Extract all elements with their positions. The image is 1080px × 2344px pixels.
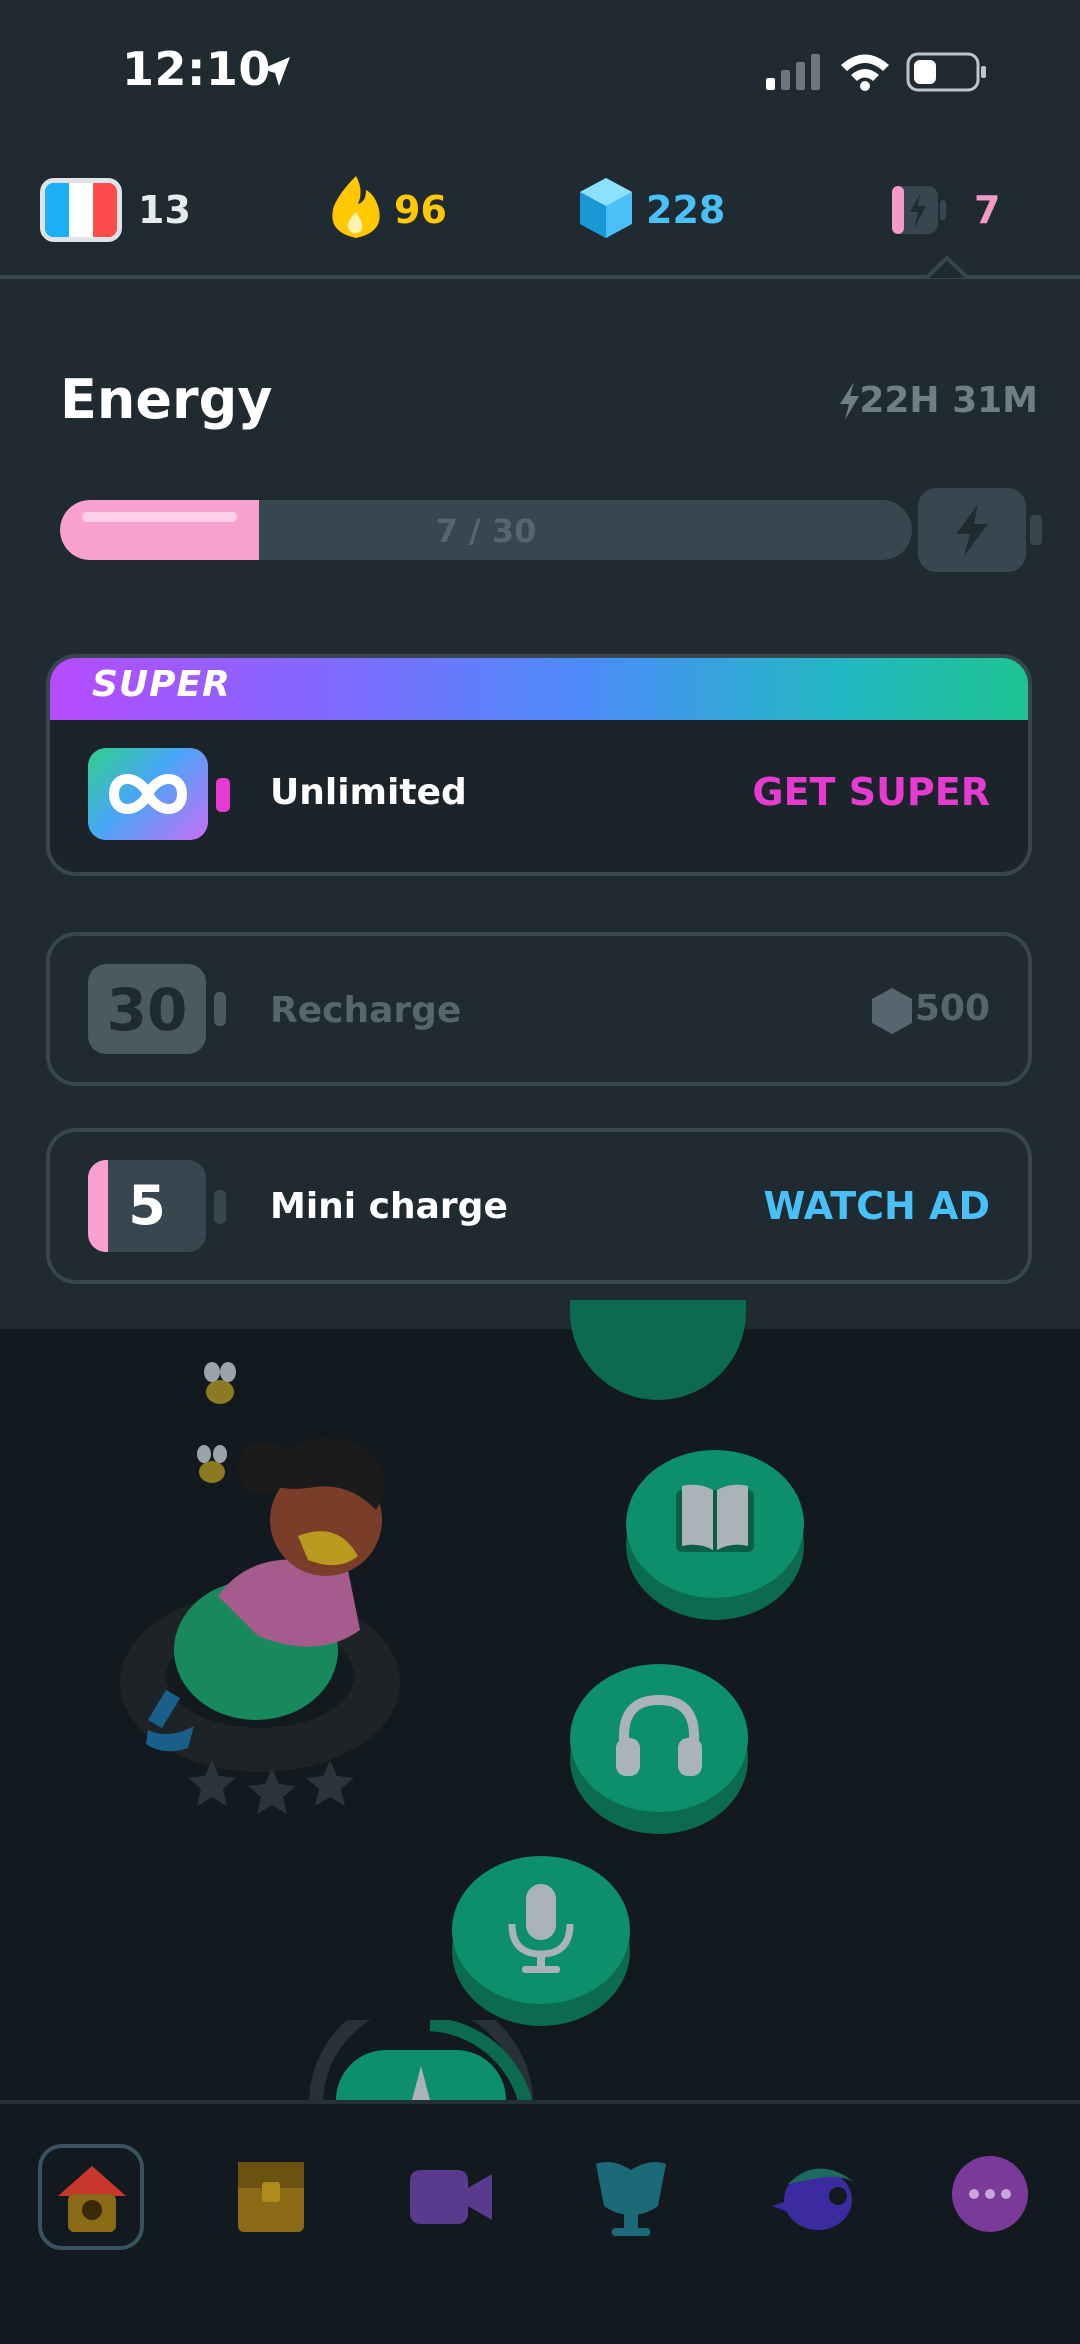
energy-bar-nub: [1030, 515, 1042, 545]
recharge-battery-nub: [214, 992, 226, 1026]
header-stats-bar: 13 96 228 7: [0, 140, 1080, 275]
trophy-icon: [596, 2162, 666, 2236]
star-icon: [412, 2066, 430, 2100]
more-tab[interactable]: [952, 2156, 1028, 2232]
energy-bar-cap: [918, 488, 1026, 572]
book-icon: [676, 1484, 754, 1552]
mini-charge-card[interactable]: 5 Mini charge WATCH AD: [46, 1128, 1032, 1284]
energy-count: 7: [974, 188, 1001, 232]
streak-count: 96: [394, 188, 447, 232]
character-illustration: [120, 1362, 400, 1772]
flame-icon[interactable]: [326, 172, 386, 242]
league-tab[interactable]: [578, 2144, 684, 2250]
recharge-amount: 30: [106, 976, 188, 1044]
recharge-card-label: Recharge: [270, 990, 462, 1031]
more-dots-icon: [969, 2189, 1011, 2199]
gem-count: 228: [646, 188, 726, 232]
headphones-icon: [616, 1694, 702, 1776]
chest-tab[interactable]: [218, 2144, 324, 2250]
energy-progress-bar: 7 / 30: [60, 500, 912, 560]
microphone-icon: [508, 1884, 574, 1973]
panel-pointer: [926, 256, 968, 280]
recharge-card[interactable]: 30 Recharge 500: [46, 932, 1032, 1086]
get-super-button[interactable]: GET SUPER: [752, 770, 990, 814]
location-arrow-icon: [262, 57, 290, 86]
wifi-icon: [841, 54, 889, 91]
chest-icon: [238, 2162, 304, 2232]
recharge-battery-icon: 30: [88, 964, 206, 1054]
super-badge: SUPER: [92, 664, 231, 705]
book-node[interactable]: [626, 1450, 804, 1598]
super-card-label: Unlimited: [270, 772, 467, 813]
video-camera-icon: [410, 2170, 492, 2224]
lesson-node[interactable]: [570, 1300, 746, 1400]
energy-progress-label: 7 / 30: [435, 512, 537, 550]
energy-battery-icon[interactable]: [890, 184, 948, 236]
mini-charge-amount: 5: [128, 1174, 166, 1237]
panel-title: Energy: [60, 368, 273, 431]
infinity-icon: [88, 748, 208, 840]
watch-ad-button[interactable]: WATCH AD: [764, 1184, 990, 1228]
lightning-icon: [840, 382, 859, 420]
course-count: 13: [138, 188, 191, 232]
cellular-signal-icon: [766, 54, 820, 90]
infinity-icon-nub: [216, 778, 230, 812]
home-tab[interactable]: [38, 2144, 144, 2250]
profile-tab[interactable]: [762, 2144, 868, 2250]
bee-icon: [204, 1362, 236, 1404]
lightning-icon: [956, 504, 988, 556]
star-icon: [188, 1760, 236, 1806]
status-time: 12:10: [122, 42, 271, 96]
lesson-stars: [188, 1760, 354, 1814]
profile-icon: [772, 2168, 854, 2230]
home-icon: [58, 2166, 126, 2232]
video-tab[interactable]: [398, 2144, 504, 2250]
mini-charge-label: Mini charge: [270, 1186, 508, 1227]
gem-icon: [872, 988, 912, 1034]
status-bar: 12:10: [0, 0, 1080, 140]
battery-icon: [906, 52, 986, 92]
super-card[interactable]: SUPER Unlimited GET SUPER: [46, 654, 1032, 876]
microphone-node[interactable]: [452, 1856, 630, 2004]
gem-icon[interactable]: [578, 176, 634, 240]
star-icon: [306, 1760, 354, 1806]
headphones-node[interactable]: [570, 1664, 748, 1812]
france-flag-icon[interactable]: [40, 178, 122, 242]
star-icon: [248, 1768, 296, 1814]
tab-bar: [0, 2100, 1080, 2344]
mini-charge-battery-nub: [214, 1190, 226, 1224]
mini-charge-battery-icon: 5: [88, 1160, 206, 1252]
refill-timer: 22H 31M: [859, 380, 1038, 421]
bee-icon: [197, 1445, 227, 1483]
recharge-cost: 500: [914, 988, 990, 1029]
current-node[interactable]: [336, 2050, 506, 2100]
super-banner: SUPER: [50, 658, 1028, 720]
